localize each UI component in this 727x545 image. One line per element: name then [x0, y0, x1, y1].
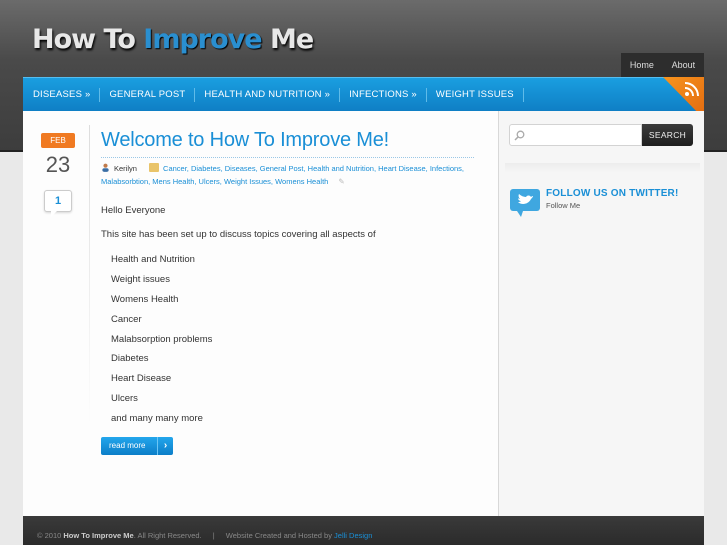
nav-item-weight-issues[interactable]: WEIGHT ISSUES: [427, 87, 524, 102]
post-body: Hello Everyone This site has been set up…: [101, 205, 376, 253]
rss-icon[interactable]: [682, 79, 702, 99]
top-link-about[interactable]: About: [672, 60, 696, 70]
list-item: Malabsorption problems: [111, 333, 213, 345]
comment-count-badge[interactable]: 1: [44, 190, 72, 217]
post-meta: Kerilyn Cancer, Diabetes, Diseases, Gene…: [101, 163, 481, 188]
list-item: Ulcers: [111, 393, 138, 405]
site-footer: © 2010 How To Improve Me. All Right Rese…: [23, 516, 704, 545]
top-links: Home About: [621, 53, 704, 77]
post-day: 23: [45, 152, 71, 177]
footer-copyright: © 2010: [37, 531, 62, 540]
footer-credit-link[interactable]: Jelli Design: [334, 531, 372, 540]
twitter-widget-title: FOLLOW US ON TWITTER!: [546, 188, 679, 199]
list-item: Womens Health: [111, 293, 179, 305]
list-item: Weight issues: [111, 273, 170, 285]
list-item: and many many more: [111, 413, 203, 425]
post-date: FEB 23: [41, 133, 75, 178]
read-more-label: read more: [109, 441, 146, 450]
title-divider: [101, 157, 474, 158]
search-input[interactable]: [509, 124, 642, 146]
tag-icon: ✎: [338, 176, 345, 186]
footer-credit: Website Created and Hosted by: [225, 531, 332, 540]
footer-divider: |: [212, 531, 215, 540]
list-item: Health and Nutrition: [111, 254, 195, 265]
list-item: Heart Disease: [111, 373, 172, 385]
search-icon: [514, 130, 525, 141]
top-link-home[interactable]: Home: [630, 60, 654, 70]
post-divider: [89, 125, 90, 425]
nav-item-general-post[interactable]: GENERAL POST: [100, 87, 196, 102]
post-author[interactable]: Kerilyn: [114, 164, 137, 173]
widget-separator: [505, 163, 700, 173]
post-greeting: Hello Everyone: [101, 205, 166, 216]
folder-icon: [149, 163, 160, 172]
footer-rights: . All Right Reserved.: [133, 531, 202, 540]
topic-list: Health and Nutrition Weight issues Women…: [111, 254, 212, 433]
post-title[interactable]: Welcome to How To Improve Me!: [101, 129, 389, 152]
twitter-follow-link[interactable]: Follow Me: [546, 201, 580, 210]
logo-text-part3: Me: [269, 24, 314, 55]
site-logo[interactable]: How To Improve Me: [32, 24, 314, 55]
list-item: Cancer: [111, 313, 142, 325]
read-more-button[interactable]: read more ›: [101, 437, 173, 455]
list-item: Diabetes: [111, 353, 149, 365]
chevron-right-icon: ›: [157, 437, 173, 455]
logo-text-part2: Improve: [143, 24, 262, 55]
footer-site-name: How To Improve Me: [63, 531, 134, 540]
search-button[interactable]: SEARCH: [642, 124, 693, 146]
twitter-bird-icon: [510, 189, 540, 217]
post-month: FEB: [41, 133, 75, 148]
post-intro: This site has been set up to discuss top…: [101, 229, 376, 240]
logo-text-part1: How To: [32, 24, 136, 55]
nav-item-diseases[interactable]: DISEASES »: [23, 87, 101, 102]
nav-item-infections[interactable]: INFECTIONS »: [340, 87, 427, 102]
user-icon: [102, 163, 109, 172]
main-nav: DISEASES » GENERAL POST HEALTH AND NUTRI…: [23, 77, 704, 111]
nav-item-health-nutrition[interactable]: HEALTH AND NUTRITION »: [195, 87, 341, 102]
